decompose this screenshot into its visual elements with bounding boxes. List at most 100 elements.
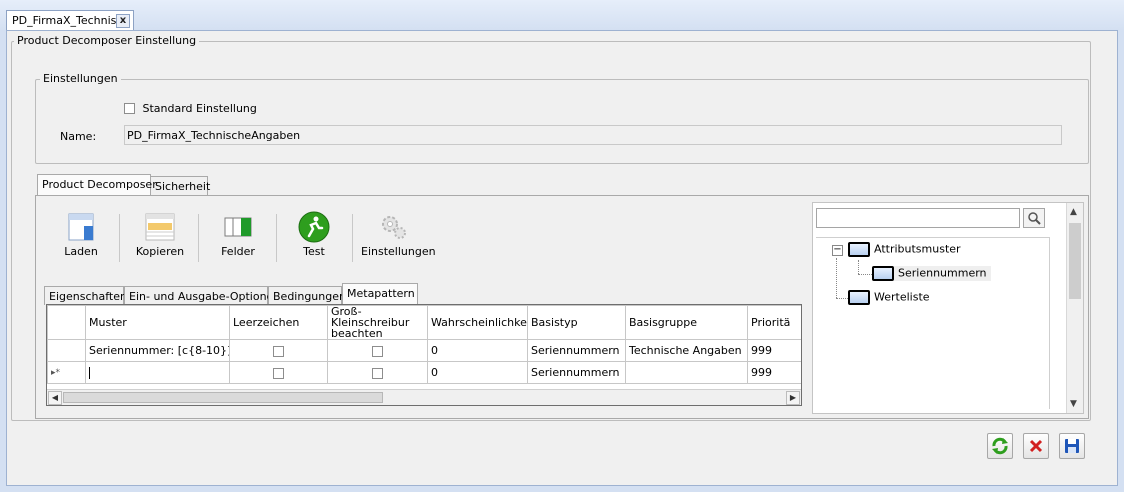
name-field[interactable]: PD_FirmaX_TechnischeAngaben	[124, 125, 1062, 145]
cell-basisgruppe[interactable]: Technische Angaben	[625, 339, 748, 362]
new-row-indicator[interactable]: ▸*	[47, 361, 86, 384]
close-tab-button[interactable]: x	[116, 14, 130, 28]
toolbar-separator	[119, 214, 120, 262]
tree-node-label: Werteliste	[874, 290, 930, 304]
scroll-right-button[interactable]: ▶	[786, 391, 800, 405]
tree-node-werteliste[interactable]: Werteliste	[848, 290, 930, 305]
name-label: Name:	[60, 130, 97, 143]
leerzeichen-checkbox[interactable]	[273, 345, 284, 357]
load-button[interactable]: Laden	[58, 210, 104, 258]
subtab-io-options[interactable]: Ein- und Ausgabe-Optionen	[124, 286, 280, 305]
document-tab[interactable]: PD_FirmaX_Technisc| x	[6, 10, 134, 31]
column-header-wahrscheinlichkeit[interactable]: Wahrscheinlichkeit	[427, 305, 528, 340]
outer-group-title: Product Decomposer Einstellung	[14, 34, 200, 47]
gears-icon	[382, 216, 406, 239]
subtab-eigenschaften[interactable]: Eigenschaften	[44, 286, 127, 305]
subtab-metapattern[interactable]: Metapattern	[342, 283, 418, 304]
cell-basistyp[interactable]: Seriennummern	[527, 361, 626, 384]
cell-basisgruppe[interactable]	[625, 361, 748, 384]
save-icon	[1065, 439, 1079, 453]
settings-groupbox: Einstellungen Standard Einstellung Name:…	[35, 72, 1089, 164]
column-header-basistyp[interactable]: Basistyp	[527, 305, 626, 340]
cell-basistyp[interactable]: Seriennummern	[527, 339, 626, 362]
subtab-bedingungen[interactable]: Bedingungen	[268, 286, 346, 305]
tree-panel: − Attributsmuster Seriennummern Wertelis…	[812, 202, 1084, 414]
standard-setting-label: Standard Einstellung	[142, 101, 257, 115]
metapattern-grid: Muster Leerzeichen Groß-Kleinschreibur b…	[46, 304, 802, 406]
column-header-basisgruppe[interactable]: Basisgruppe	[625, 305, 748, 340]
document-tab-title: PD_FirmaX_Technisc|	[12, 14, 127, 27]
tab-product-decomposer[interactable]: Product Decomposer	[37, 174, 157, 195]
settings-label: Einstellungen	[361, 245, 436, 258]
horizontal-scrollbar[interactable]: ◀ ▶	[47, 389, 801, 405]
toolbar-separator	[198, 214, 199, 262]
settings-button[interactable]: Einstellungen	[361, 210, 436, 258]
cell-gross-klein[interactable]	[327, 339, 428, 362]
tree-collapse-toggle[interactable]: −	[832, 245, 843, 256]
column-header-leerzeichen[interactable]: Leerzeichen	[229, 305, 328, 340]
refresh-button[interactable]	[987, 433, 1013, 459]
row-header-corner	[47, 305, 86, 340]
cancel-button[interactable]	[1023, 433, 1049, 459]
standard-setting-checkbox[interactable]	[124, 102, 135, 114]
toolbar-separator	[276, 214, 277, 262]
metapattern-table: Muster Leerzeichen Groß-Kleinschreibur b…	[47, 305, 801, 384]
save-button[interactable]	[1059, 433, 1085, 459]
tree-node-seriennummern[interactable]: Seriennummern	[872, 266, 991, 281]
tree-vertical-scrollbar[interactable]: ▲ ▼	[1066, 203, 1083, 413]
table-row-new[interactable]: ▸* 0 Seriennummern 999	[47, 361, 801, 384]
folder-node-icon	[848, 290, 870, 305]
text-cursor	[89, 367, 90, 379]
load-label: Laden	[64, 245, 98, 258]
tree-view: − Attributsmuster Seriennummern Wertelis…	[816, 237, 1050, 409]
cell-leerzeichen[interactable]	[229, 361, 328, 384]
copy-label: Kopieren	[135, 245, 185, 258]
copy-button[interactable]: Kopieren	[132, 210, 188, 258]
fields-button[interactable]: Felder	[216, 210, 260, 258]
scroll-left-button[interactable]: ◀	[48, 391, 62, 405]
tree-search-button[interactable]	[1023, 208, 1045, 228]
leerzeichen-checkbox[interactable]	[273, 367, 284, 379]
document-tabstrip: PD_FirmaX_Technisc| x	[0, 0, 1124, 31]
cell-muster[interactable]	[85, 361, 230, 384]
folder-node-icon	[848, 242, 870, 257]
column-header-gross-klein[interactable]: Groß-Kleinschreibur beachten	[327, 305, 428, 340]
tree-connector	[836, 258, 837, 298]
cell-wahrscheinlichkeit[interactable]: 0	[427, 339, 528, 362]
cell-leerzeichen[interactable]	[229, 339, 328, 362]
cell-gross-klein[interactable]	[327, 361, 428, 384]
cancel-icon	[1029, 439, 1043, 453]
test-button[interactable]: Test	[294, 210, 334, 258]
vertical-scroll-thumb[interactable]	[1069, 223, 1081, 299]
tree-node-label: Seriennummern	[898, 266, 987, 280]
cell-prioritaet[interactable]: 999	[747, 339, 801, 362]
row-indicator[interactable]	[47, 339, 86, 362]
grid-header-row: Muster Leerzeichen Groß-Kleinschreibur b…	[47, 305, 801, 340]
main-content: Product Decomposer Einstellung Einstellu…	[6, 30, 1118, 486]
gross-klein-checkbox[interactable]	[372, 367, 383, 379]
tab-sicherheit[interactable]: Sicherheit	[150, 176, 210, 195]
refresh-icon	[992, 437, 1008, 455]
tree-node-attributsmuster[interactable]: Attributsmuster	[848, 242, 961, 257]
scroll-down-button[interactable]: ▼	[1070, 399, 1077, 409]
test-runner-icon	[298, 211, 330, 243]
tree-connector	[858, 274, 872, 275]
product-decomposer-panel: Laden Kopieren Felder Test Einstellungen…	[35, 195, 1089, 419]
horizontal-scroll-thumb[interactable]	[63, 392, 383, 403]
tree-connector	[858, 260, 859, 274]
tree-search-input[interactable]	[816, 208, 1020, 228]
column-header-muster[interactable]: Muster	[85, 305, 230, 340]
settings-group-title: Einstellungen	[40, 72, 121, 85]
gross-klein-checkbox[interactable]	[372, 345, 383, 357]
toolbar: Laden Kopieren Felder Test Einstellungen	[36, 210, 436, 270]
cell-prioritaet[interactable]: 999	[747, 361, 801, 384]
table-row[interactable]: Seriennummer: [c{8-10}] 0 Seriennummern …	[47, 339, 801, 362]
cell-muster[interactable]: Seriennummer: [c{8-10}]	[85, 339, 230, 362]
scroll-up-button[interactable]: ▲	[1070, 207, 1077, 217]
node-icon	[872, 266, 894, 281]
fields-label: Felder	[221, 245, 255, 258]
cell-wahrscheinlichkeit[interactable]: 0	[427, 361, 528, 384]
column-header-prioritaet[interactable]: Prioritä	[747, 305, 801, 340]
load-icon	[68, 213, 94, 241]
copy-icon	[145, 213, 175, 241]
